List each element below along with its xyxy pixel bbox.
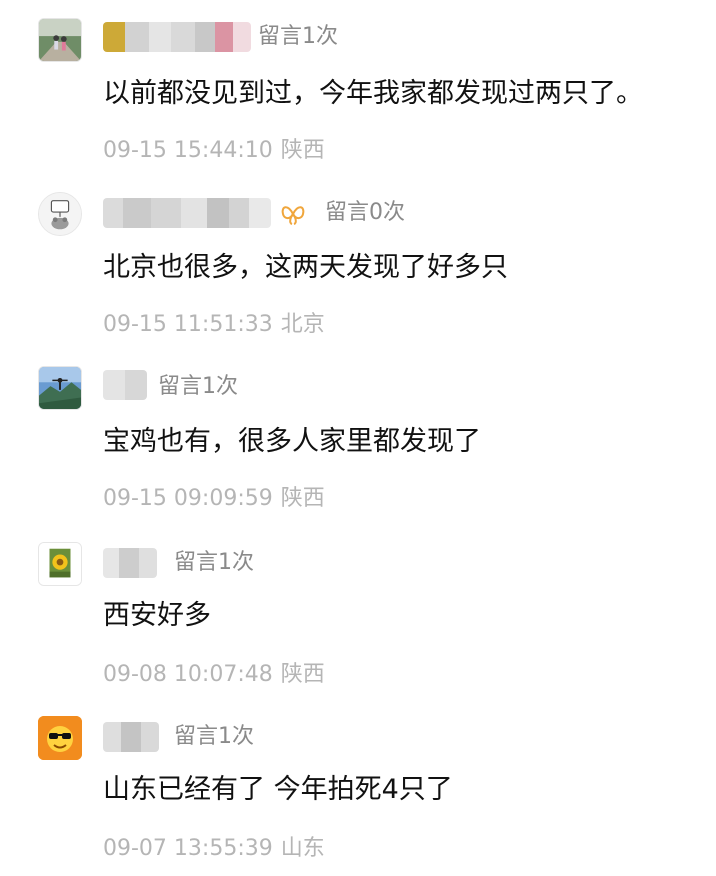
reply-count: 留言1次: [174, 550, 254, 575]
couple-walking-avatar[interactable]: [38, 18, 82, 62]
comment-item: 留言1次 以前都没见到过，今年我家都发现过两只了。 09-15 15:44:10…: [0, 0, 716, 172]
comment-text: 西安好多: [103, 600, 211, 631]
butterfly-icon: [281, 206, 305, 225]
comment-item: 留言1次 宝鸡也有，很多人家里都发现了 09-15 09:09:59 陕西: [0, 348, 716, 520]
comment-time: 09-08 10:07:48: [103, 662, 273, 687]
comment-list: 留言1次 以前都没见到过，今年我家都发现过两只了。 09-15 15:44:10…: [0, 0, 716, 876]
comment-text: 以前都没见到过，今年我家都发现过两只了。: [103, 78, 643, 109]
comment-text: 宝鸡也有，很多人家里都发现了: [103, 426, 481, 457]
comment-location: 北京: [280, 312, 325, 337]
comment-time: 09-07 13:55:39: [103, 836, 273, 861]
sunflower-avatar[interactable]: [38, 542, 82, 586]
comment-meta: 09-07 13:55:39 山东: [103, 834, 325, 864]
nickname-blurred[interactable]: [103, 198, 271, 228]
mountain-person-avatar[interactable]: [38, 366, 82, 410]
comment-meta: 09-15 09:09:59 陕西: [103, 484, 325, 514]
comment-item: 留言1次 山东已经有了 今年拍死4只了 09-07 13:55:39 山东: [0, 700, 716, 872]
reply-count: 留言1次: [174, 724, 254, 749]
comment-text: 北京也很多，这两天发现了好多只: [103, 252, 508, 283]
nickname-blurred[interactable]: [103, 22, 251, 52]
nickname-blurred[interactable]: [103, 722, 159, 752]
sunglasses-emoji-avatar[interactable]: [38, 716, 82, 760]
comment-time: 09-15 09:09:59: [103, 486, 273, 511]
comment-meta: 09-15 11:51:33 北京: [103, 310, 325, 340]
cartoon-sign-avatar[interactable]: [38, 192, 82, 236]
comment-meta: 09-08 10:07:48 陕西: [103, 660, 325, 690]
comment-time: 09-15 15:44:10: [103, 138, 273, 163]
nickname-blurred[interactable]: [103, 548, 157, 578]
reply-count: 留言1次: [258, 24, 338, 49]
reply-count: 留言0次: [325, 200, 405, 225]
comment-location: 陕西: [280, 138, 325, 163]
comment-item: 留言1次 西安好多 09-08 10:07:48 陕西: [0, 524, 716, 696]
comment-meta: 09-15 15:44:10 陕西: [103, 136, 325, 166]
comment-time: 09-15 11:51:33: [103, 312, 273, 337]
comment-location: 陕西: [280, 662, 325, 687]
comment-location: 山东: [280, 836, 325, 861]
comment-item: 留言0次 北京也很多，这两天发现了好多只 09-15 11:51:33 北京: [0, 172, 716, 344]
comment-location: 陕西: [280, 486, 325, 511]
reply-count: 留言1次: [158, 374, 238, 399]
comment-text: 山东已经有了 今年拍死4只了: [103, 774, 453, 805]
nickname-blurred[interactable]: [103, 370, 147, 400]
